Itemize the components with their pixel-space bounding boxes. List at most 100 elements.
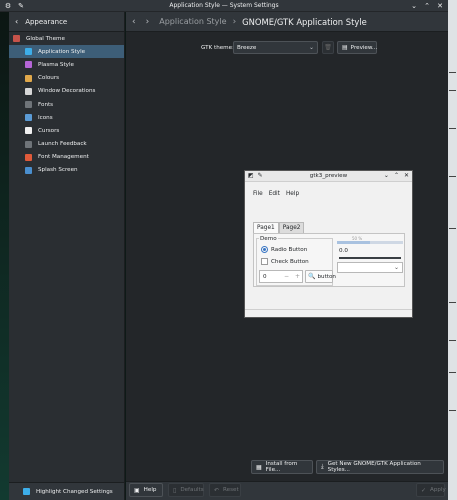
nav-forward-icon[interactable]: › — [146, 17, 150, 27]
breadcrumb-separator-icon: › — [232, 16, 237, 27]
sidebar-item-label: Window Decorations — [38, 88, 96, 95]
gtk-tab-page2[interactable]: Page2 — [278, 222, 305, 233]
back-icon[interactable]: ‹ — [15, 17, 18, 26]
minimize-icon[interactable]: ⌄ — [410, 2, 418, 10]
remove-theme-button[interactable]: 🗑 — [322, 41, 334, 54]
gtk-combo-chevron-icon: ⌄ — [393, 264, 399, 271]
preview-button[interactable]: ▤ Preview... — [337, 41, 377, 54]
launch-feedback-icon — [25, 140, 32, 148]
document-preview-icon: ▤ — [342, 44, 348, 51]
sidebar-item-global-theme[interactable]: Global Theme — [9, 32, 124, 45]
trash-icon: 🗑 — [324, 44, 332, 51]
highlight-icon — [23, 488, 30, 495]
gtk-tab-panel: Demo Radio Button Check Button 0 − + 🔍 b… — [253, 233, 405, 287]
gtk-theme-select[interactable]: Breeze ⌄ — [233, 41, 318, 54]
cursor-icon — [25, 127, 32, 135]
gtk-menu-file[interactable]: File — [253, 191, 263, 197]
background-window-edge — [448, 0, 457, 500]
font-icon — [25, 101, 32, 109]
sidebar-item-label: Font Management — [38, 154, 89, 161]
desktop-edge — [0, 12, 9, 500]
gtk-scale-slider[interactable] — [339, 257, 401, 259]
gtk-demo-button[interactable]: 🔍 button — [305, 270, 336, 283]
sidebar-item-application-style[interactable]: Application Style — [9, 45, 124, 59]
gtk-maximize-icon[interactable]: ⌃ — [394, 172, 399, 179]
sidebar-item-label: Icons — [38, 114, 53, 121]
sidebar-item-label: Launch Feedback — [38, 141, 87, 148]
sidebar-item-window-decorations[interactable]: Window Decorations — [9, 85, 124, 98]
highlight-changed-settings-button[interactable]: Highlight Changed Settings — [9, 482, 124, 500]
gtk-spin-button[interactable]: 0 − + — [259, 270, 303, 283]
global-theme-icon — [13, 35, 20, 43]
gtk-preview-title: gtk3_preview — [309, 173, 348, 179]
reset-label: Reset — [223, 487, 239, 493]
gtk-theme-row: GTK theme: Breeze ⌄ 🗑 ▤ Preview... — [126, 41, 448, 55]
apply-button[interactable]: ✓ Apply — [416, 483, 446, 497]
sidebar-item-fonts[interactable]: Fonts — [9, 98, 124, 111]
breadcrumb-current: GNOME/GTK Application Style — [242, 16, 367, 27]
maximize-icon[interactable]: ⌃ — [423, 2, 431, 10]
reset-button[interactable]: ↶ Reset — [209, 483, 241, 497]
download-icon: ⤓ — [321, 463, 324, 470]
close-icon[interactable]: ✕ — [436, 2, 444, 10]
window-title: Application Style — System Settings — [169, 2, 279, 9]
gtk-close-icon[interactable]: ✕ — [404, 172, 409, 179]
help-button[interactable]: ▣ Help — [129, 483, 163, 497]
gtk-preview-window: ◩ ✎ gtk3_preview ⌄ ⌃ ✕ File Edit Help Pa… — [244, 170, 413, 318]
plasma-icon — [25, 61, 32, 69]
sidebar-item-label: Application Style — [38, 48, 86, 55]
sidebar-item-label: Colours — [38, 75, 60, 82]
defaults-button[interactable]: ▯ Defaults — [168, 483, 204, 497]
gtk-theme-value: Breeze — [237, 44, 257, 51]
gtk-radio-button[interactable]: Radio Button — [261, 246, 307, 253]
plus-icon[interactable]: + — [295, 273, 300, 280]
defaults-label: Defaults — [180, 487, 204, 493]
gtk-spin-value: 0 — [263, 273, 267, 280]
chevron-down-icon: ⌄ — [308, 44, 314, 51]
preview-label: Preview... — [350, 44, 378, 51]
gtk-tab-page1[interactable]: Page1 — [253, 222, 279, 233]
gtk-statusbar-divider — [245, 309, 412, 310]
gtk-menu-edit[interactable]: Edit — [269, 191, 280, 197]
gtk-pin-icon[interactable]: ✎ — [258, 172, 263, 179]
gtk-preview-titlebar: ◩ ✎ gtk3_preview ⌄ ⌃ ✕ — [245, 171, 412, 182]
get-new-label: Get New GNOME/GTK Application Styles... — [327, 461, 421, 473]
sidebar-item-launch-feedback[interactable]: Launch Feedback — [9, 138, 124, 151]
install-from-file-button[interactable]: ▦ Install from File... — [251, 460, 313, 474]
gtk-check-button[interactable]: Check Button — [261, 258, 309, 265]
sidebar: ‹ Appearance Global Theme Application Sty… — [9, 12, 125, 500]
sidebar-item-label: Cursors — [38, 127, 60, 134]
pin-icon[interactable]: ✎ — [17, 2, 25, 10]
install-label: Install from File... — [265, 461, 298, 473]
gtk-progress-bar — [337, 241, 403, 244]
sidebar-item-colours[interactable]: Colours — [9, 72, 124, 85]
sidebar-item-label: Plasma Style — [38, 61, 74, 68]
gtk-demo-frame: Demo Radio Button Check Button 0 − + 🔍 b… — [256, 236, 336, 286]
checkbox-indicator-icon — [261, 258, 268, 265]
sidebar-item-label: Splash Screen — [38, 167, 78, 174]
help-label: Help — [143, 487, 157, 493]
get-new-styles-button[interactable]: ⤓ Get New GNOME/GTK Application Styles..… — [316, 460, 444, 474]
nav-back-icon[interactable]: ‹ — [132, 17, 136, 27]
help-icon: ▣ — [134, 486, 140, 494]
sidebar-item-icons[interactable]: Icons — [9, 111, 124, 124]
window-titlebar: ⚙ ✎ Application Style — System Settings … — [0, 0, 448, 12]
window-icon — [25, 87, 32, 95]
sidebar-item-plasma-style[interactable]: Plasma Style — [9, 58, 124, 71]
colour-wheel-icon — [25, 74, 32, 82]
sidebar-item-font-management[interactable]: Font Management — [9, 151, 124, 164]
breadcrumb-parent[interactable]: Application Style — [159, 17, 226, 26]
install-icon: ▦ — [256, 463, 262, 471]
gtk-minimize-icon[interactable]: ⌄ — [384, 172, 389, 179]
gtk-combo-box[interactable]: ⌄ — [337, 262, 403, 273]
minus-icon[interactable]: − — [284, 273, 289, 280]
sidebar-list: Global Theme Application Style Plasma Styl… — [9, 32, 124, 177]
apply-label: Apply — [430, 487, 446, 493]
gtk-menu-help[interactable]: Help — [286, 191, 299, 197]
reset-icon: ↶ — [214, 486, 220, 494]
brush-icon — [25, 48, 32, 56]
sidebar-item-splash-screen[interactable]: Splash Screen — [9, 164, 124, 177]
sidebar-item-cursors[interactable]: Cursors — [9, 124, 124, 137]
sidebar-header: ‹ Appearance — [9, 12, 124, 32]
gtk-app-icon: ◩ — [248, 172, 254, 179]
